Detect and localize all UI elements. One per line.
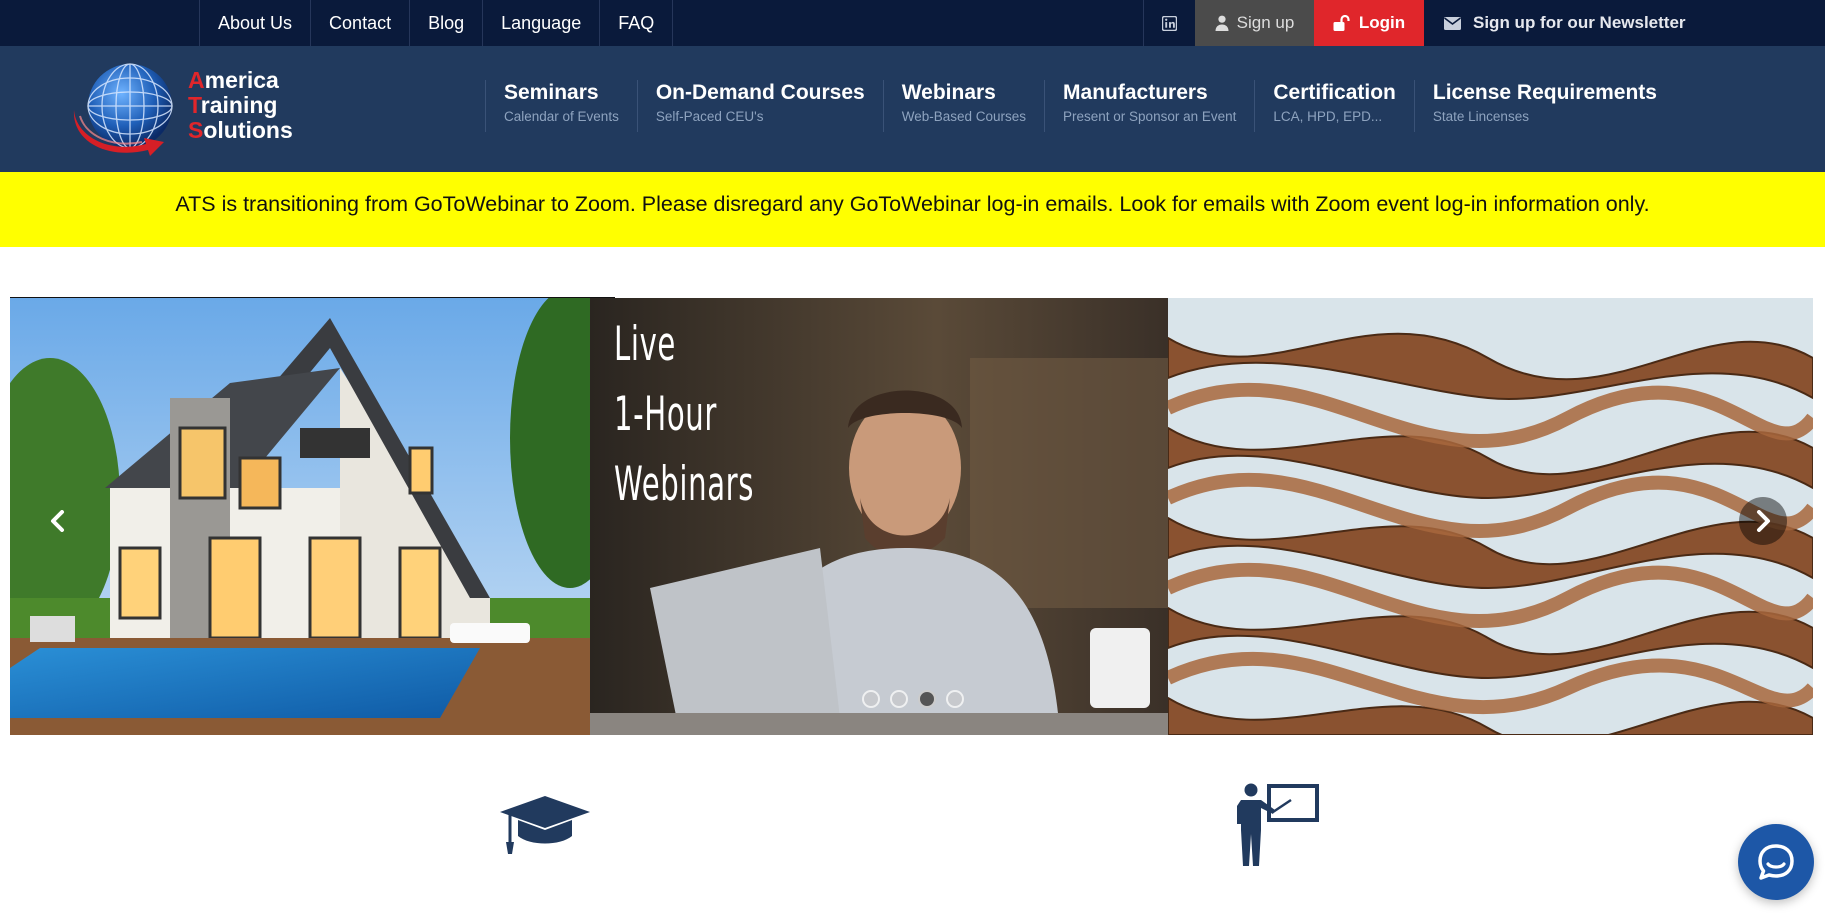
login-button[interactable]: Login [1314, 0, 1424, 46]
nav-item-webinars[interactable]: Webinars Web-Based Courses [882, 80, 1044, 132]
nav-subtitle: Calendar of Events [504, 109, 619, 124]
site-logo[interactable]: America Training Solutions [68, 58, 308, 162]
logo-letter-s: S [188, 117, 204, 143]
nav-subtitle: Self-Paced CEU's [655, 109, 764, 124]
carousel-dot-3[interactable] [918, 690, 936, 708]
top-actions: Sign up Login Sign up for our Newsletter [1143, 0, 1825, 46]
carousel-slide-architecture [1168, 298, 1813, 735]
nav-title: On-Demand Courses [655, 81, 865, 104]
nav-title: License Requirements [1432, 81, 1657, 104]
teacher-presentation-icon [1237, 783, 1319, 866]
main-nav: Seminars Calendar of Events On-Demand Co… [485, 80, 1675, 132]
language-link[interactable]: Language [483, 0, 601, 46]
envelope-icon [1444, 16, 1461, 30]
nav-subtitle: Web-Based Courses [901, 109, 1027, 124]
carousel-dot-1[interactable] [862, 690, 880, 708]
unlock-icon [1333, 15, 1350, 31]
linkedin-icon [1162, 15, 1177, 31]
logo-word-solutions: olutions [203, 117, 293, 143]
sign-up-label: Sign up [1236, 13, 1295, 32]
sign-up-button[interactable]: Sign up [1195, 0, 1314, 46]
announcement-text: ATS is transitioning from GoToWebinar to… [175, 192, 1650, 216]
globe-logo-icon [73, 63, 173, 156]
faq-link[interactable]: FAQ [600, 0, 674, 46]
nav-subtitle: State Lincenses [1432, 109, 1529, 124]
nav-item-license-requirements[interactable]: License Requirements State Lincenses [1413, 80, 1675, 132]
about-us-link[interactable]: About Us [200, 0, 312, 46]
nav-item-manufacturers[interactable]: Manufacturers Present or Sponsor an Even… [1044, 80, 1254, 132]
nav-title: Webinars [901, 81, 996, 104]
chevron-right-icon [1757, 510, 1770, 532]
slide-title-line: Webinars [614, 457, 755, 512]
slide-title-line: 1-Hour [614, 387, 717, 442]
nav-item-seminars[interactable]: Seminars Calendar of Events [485, 80, 637, 132]
logo-wordmark: America Training Solutions [188, 68, 293, 143]
nav-item-certification[interactable]: Certification LCA, HPD, EPD... [1254, 80, 1414, 132]
chat-bubble-icon [1758, 844, 1794, 880]
slide-title-line: Live [614, 317, 676, 372]
nav-title: Seminars [504, 81, 599, 104]
logo-letter-t: T [188, 92, 201, 118]
house-image [10, 298, 590, 735]
announcement-banner: ATS is transitioning from GoToWebinar to… [0, 172, 1825, 247]
main-header: America Training Solutions Seminars Cale… [0, 46, 1825, 172]
architecture-image [1168, 298, 1813, 735]
logo-letter-a: A [188, 67, 205, 93]
nav-item-on-demand-courses[interactable]: On-Demand Courses Self-Paced CEU's [636, 80, 883, 132]
nav-subtitle: Present or Sponsor an Event [1063, 109, 1237, 124]
live-chat-button[interactable] [1738, 824, 1814, 900]
carousel-dot-2[interactable] [890, 690, 908, 708]
contact-link[interactable]: Contact [311, 0, 411, 46]
top-bar: About Us Contact Blog Language FAQ Sign … [0, 0, 1825, 46]
chevron-left-icon [51, 510, 64, 532]
logo-word-training: raining [200, 92, 278, 118]
user-icon [1215, 15, 1229, 31]
carousel-next-button[interactable] [1739, 497, 1787, 545]
login-label: Login [1358, 13, 1406, 32]
carousel-indicators [862, 690, 964, 708]
linkedin-button[interactable] [1143, 0, 1195, 46]
carousel-prev-button[interactable] [34, 497, 82, 545]
slide-title: Live 1-Hour Webinars [614, 310, 754, 520]
top-links: About Us Contact Blog Language FAQ [199, 0, 674, 46]
logo-word-america: merica [204, 67, 279, 93]
blog-link[interactable]: Blog [410, 0, 484, 46]
nav-title: Certification [1273, 81, 1396, 104]
nav-subtitle: LCA, HPD, EPD... [1273, 109, 1383, 124]
carousel-dot-4[interactable] [946, 690, 964, 708]
nav-title: Manufacturers [1063, 81, 1208, 104]
carousel-slide-house [10, 298, 590, 735]
newsletter-signup-link[interactable]: Sign up for our Newsletter [1424, 0, 1825, 46]
graduation-cap-icon [500, 796, 590, 854]
newsletter-label: Sign up for our Newsletter [1473, 13, 1686, 32]
hero-carousel[interactable]: Live 1-Hour Webinars [10, 298, 1813, 735]
